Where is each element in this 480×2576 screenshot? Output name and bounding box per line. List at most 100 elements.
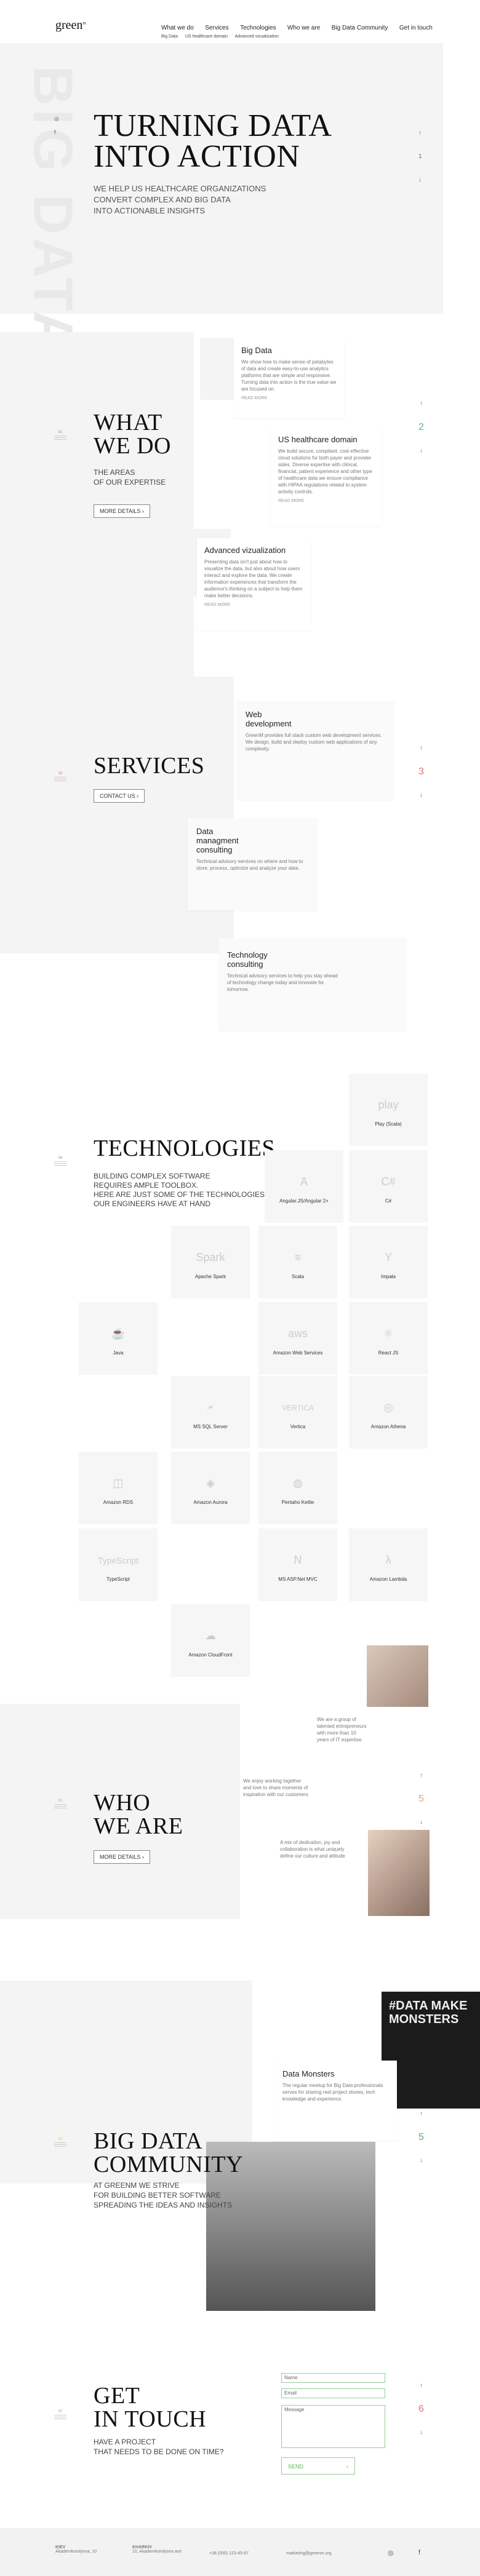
contact-us-button[interactable]: CONTACT US ›	[94, 789, 145, 803]
tech-play: play Play (Scala)	[349, 1073, 428, 1146]
card-web-dev-title: Web development	[246, 710, 385, 728]
down-arrow-icon[interactable]: ↓	[418, 1817, 424, 1828]
whoweare-number: 5	[418, 1794, 424, 1804]
up-arrow-icon[interactable]: ↑	[418, 2380, 424, 2391]
name-field[interactable]: Name	[281, 2373, 385, 2383]
play-icon: play	[378, 1099, 399, 1111]
nav-technologies[interactable]: Technologies	[240, 25, 276, 31]
message-field[interactable]: Message	[281, 2405, 385, 2448]
community-title-2: COMMUNITY	[94, 2152, 244, 2177]
hero-title-line2: INTO ACTION	[94, 139, 300, 174]
down-arrow-icon[interactable]: ↓	[418, 445, 424, 456]
up-arrow-icon[interactable]: ↑	[418, 399, 424, 410]
card-visualization-text: Presenting data isn't just about how to …	[204, 559, 303, 598]
card-data-mgmt-title-3: consulting	[196, 845, 233, 854]
whoweare-title-2: WE ARE	[94, 1813, 183, 1839]
whatwedo-more-button[interactable]: MORE DETAILS ›	[94, 504, 150, 518]
scala-icon: ≡	[294, 1251, 302, 1263]
whatwedo-title-1: WHAT	[94, 410, 162, 435]
tech-lambda: λ Amazon Lambda	[349, 1529, 428, 1601]
card-tech-consult-title: Technology consulting	[227, 950, 398, 969]
whatwedo-more-label: MORE DETAILS	[100, 508, 141, 514]
card-visualization[interactable]: Advanced vizualization Presenting data i…	[197, 538, 311, 630]
card-web-dev[interactable]: Web development GreenM provides full sta…	[237, 701, 394, 800]
services-number: 3	[418, 766, 424, 777]
instagram-icon[interactable]: ◎	[388, 2549, 394, 2557]
card-data-mgmt[interactable]: Data managment consulting Technical advi…	[188, 818, 317, 910]
instagram-icon[interactable]: ◎	[54, 112, 59, 125]
footer-email[interactable]: marketing@greenm.org	[286, 2551, 332, 2556]
card-healthcare-text: We build secure, compliant, cost-effecti…	[278, 448, 372, 495]
pentaho-icon: ◍	[293, 1477, 303, 1489]
hero-bg-text: BIG DATA	[22, 65, 84, 355]
facebook-icon[interactable]: f	[54, 125, 59, 139]
card-web-dev-text: GreenM provides full stack custom web de…	[246, 733, 382, 752]
card-tech-consult-text: Technical advisory services to help you …	[227, 973, 338, 992]
tech-spark: Spark Apache Spark	[171, 1226, 250, 1298]
card-data-mgmt-title: Data managment consulting	[196, 827, 308, 854]
community-title: BIG DATA COMMUNITY	[94, 2129, 243, 2176]
community-card[interactable]: Data Monsters The regular meetup for Big…	[274, 2061, 397, 2141]
subnav-big-data[interactable]: Big Data	[161, 34, 178, 39]
nav-who-we-are[interactable]: Who we are	[287, 25, 320, 31]
up-arrow-icon[interactable]: ↑	[418, 128, 422, 139]
subnav-visualization[interactable]: Advanced vizualization	[235, 34, 279, 39]
down-arrow-icon[interactable]: ↓	[418, 175, 422, 186]
down-arrow-icon[interactable]: ↓	[418, 790, 424, 801]
tech-impala: Y Impala	[349, 1226, 428, 1298]
whatwedo-title-2: WE DO	[94, 433, 171, 459]
card-tech-consult-title-1: Technology	[227, 950, 268, 960]
aspnet-icon: N	[294, 1554, 302, 1566]
card-healthcare[interactable]: US healthcare domain We build secure, co…	[271, 427, 382, 526]
tech-vertica: VERTICA Vertica	[258, 1376, 337, 1449]
logo[interactable]: greenm	[55, 18, 86, 33]
community-sub-1: AT GREENM WE STRIVE	[94, 2181, 180, 2190]
nav-community[interactable]: Big Data Community	[332, 25, 388, 31]
spark-icon: Spark	[196, 1251, 225, 1263]
whatwedo-sub-2: OF OUR EXPERTISE	[94, 478, 166, 487]
card-visualization-more[interactable]: READ MORE	[204, 603, 303, 607]
hero-pager: ↑ 1 ↓	[418, 128, 422, 186]
tech-sub-1: BUILDING COMPLEX SOFTWARE	[94, 1172, 210, 1180]
up-arrow-icon[interactable]: ↑	[418, 2109, 424, 2120]
hero-section: BIG DATA ◎ f TURNING DATA INTO ACTION WE…	[0, 43, 443, 354]
nav-what-we-do[interactable]: What we do	[161, 25, 194, 31]
services-side-tag: 03	[54, 772, 66, 782]
send-button[interactable]: SEND ›	[281, 2457, 355, 2475]
card-data-mgmt-title-2: managment	[196, 836, 239, 845]
subnav-healthcare[interactable]: US healthcare domain	[185, 34, 228, 39]
whoweare-pager: ↑ 5 ↓	[418, 1770, 424, 1828]
down-arrow-icon[interactable]: ↓	[418, 2155, 424, 2166]
footer-col-2: KHARKIV 10, Akademkorolyova ave	[132, 2545, 182, 2554]
card-tech-consult-title-2: consulting	[227, 960, 263, 969]
tech-pentaho: ◍ Pentaho Kettle	[258, 1452, 337, 1524]
impala-icon: Y	[384, 1251, 392, 1263]
tech-csharp: C# C#	[349, 1150, 428, 1223]
up-arrow-icon[interactable]: ↑	[418, 1770, 424, 1781]
angular-icon: A	[300, 1175, 308, 1188]
footer-phone[interactable]: +38 (050) 123-45-67	[209, 2551, 249, 2556]
whatwedo-sub-1: THE AREAS	[94, 468, 135, 477]
contact-title-2: IN TOUCH	[94, 2406, 207, 2432]
lambda-icon: λ	[385, 1554, 391, 1566]
whoweare-text-2: We enjoy working together and love to sh…	[243, 1778, 308, 1797]
hero-sub-2: CONVERT COMPLEX AND BIG DATA	[94, 195, 231, 204]
contact-sub-2: THAT NEEDS TO BE DONE ON TIME?	[94, 2447, 224, 2456]
whoweare-more-label: MORE DETAILS	[100, 1854, 141, 1860]
card-healthcare-more[interactable]: READ MORE	[278, 499, 374, 503]
nav-get-in-touch[interactable]: Get in touch	[399, 25, 433, 31]
down-arrow-icon[interactable]: ↓	[418, 2427, 424, 2438]
tech-sub-4: OUR ENGINEERS HAVE AT HAND	[94, 1199, 211, 1208]
up-arrow-icon[interactable]: ↑	[418, 743, 424, 754]
footer-col1-label: KIEV	[55, 2545, 66, 2550]
facebook-icon[interactable]: f	[418, 2549, 420, 2556]
contact-number: 6	[418, 2404, 424, 2414]
nav-services[interactable]: Services	[205, 25, 228, 31]
card-tech-consult[interactable]: Technology consulting Technical advisory…	[218, 938, 406, 1030]
whoweare-more-button[interactable]: MORE DETAILS ›	[94, 1850, 150, 1864]
email-field[interactable]: Email	[281, 2388, 385, 2398]
contact-subtitle: HAVE A PROJECT THAT NEEDS TO BE DONE ON …	[94, 2437, 224, 2457]
card-big-data[interactable]: Big Data We show how to make sense of pe…	[234, 338, 345, 418]
hero-sub-1: WE HELP US HEALTHCARE ORGANIZATIONS	[94, 184, 266, 193]
card-big-data-more[interactable]: READ MORE	[241, 396, 337, 400]
